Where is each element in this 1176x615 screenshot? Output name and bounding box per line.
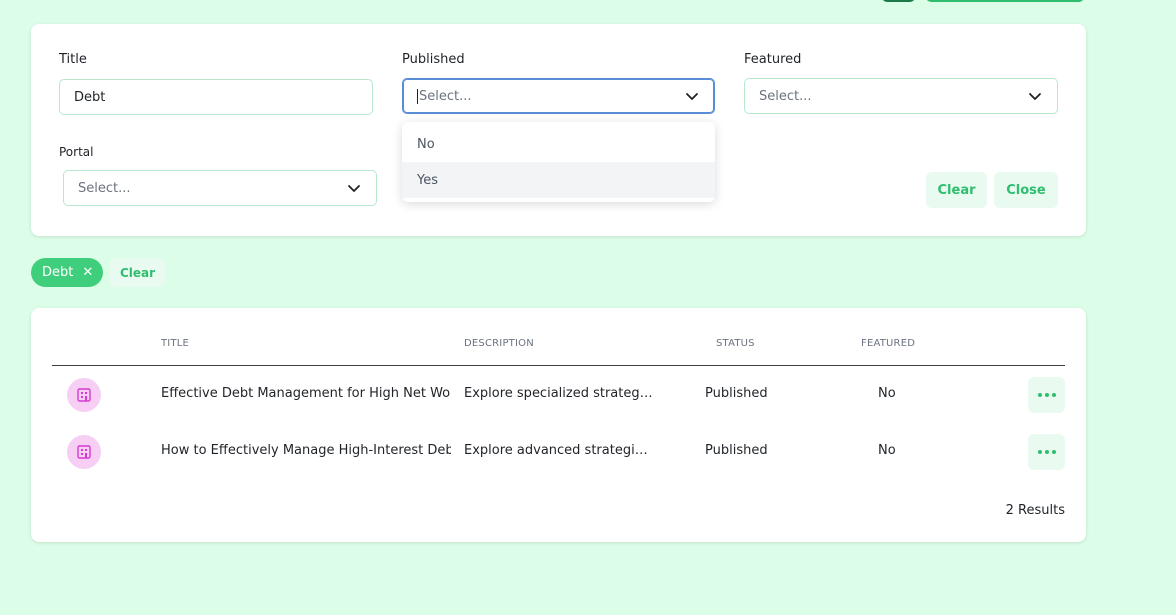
portal-select[interactable]: Select...: [63, 170, 377, 206]
title-label: Title: [59, 52, 87, 67]
results-table-card: TITLE DESCRIPTION STATUS FEATURED Effect…: [31, 308, 1086, 542]
row-actions-button[interactable]: [1028, 434, 1065, 470]
title-input[interactable]: Debt: [59, 79, 373, 115]
filter-panel: Title Debt Published Select... Featured …: [31, 24, 1086, 236]
more-horizontal-icon: [1037, 450, 1056, 454]
chevron-down-icon[interactable]: [346, 180, 362, 196]
table-row[interactable]: How to Effectively Manage High-Interest …: [31, 425, 1086, 482]
portal-placeholder: Select...: [78, 180, 131, 196]
close-filters-button[interactable]: Close: [994, 172, 1058, 208]
featured-select[interactable]: Select...: [744, 78, 1058, 114]
table-row[interactable]: Effective Debt Management for High Net W…: [31, 368, 1086, 425]
clear-filters-button[interactable]: Clear: [926, 172, 987, 208]
results-count: 2 Results: [1005, 503, 1065, 518]
active-filter-chip-label: Debt: [42, 265, 74, 280]
close-icon[interactable]: ✕: [82, 265, 93, 280]
portal-label: Portal: [59, 145, 94, 159]
column-header-featured: FEATURED: [861, 338, 916, 349]
building-icon: [67, 378, 101, 412]
header-divider: [52, 365, 1065, 366]
row-status: Published: [705, 386, 768, 401]
row-status: Published: [705, 443, 768, 458]
chevron-down-icon[interactable]: [684, 88, 700, 104]
chevron-down-icon[interactable]: [1027, 88, 1043, 104]
row-title: Effective Debt Management for High Net W…: [161, 386, 451, 401]
published-label: Published: [402, 52, 465, 67]
clear-active-filters-button[interactable]: Clear: [110, 258, 165, 287]
featured-label: Featured: [744, 52, 802, 67]
top-action-button-1[interactable]: [882, 0, 915, 2]
text-cursor: [417, 88, 418, 104]
featured-placeholder: Select...: [759, 88, 812, 104]
building-icon: [67, 435, 101, 469]
column-header-status: STATUS: [716, 338, 755, 349]
published-select[interactable]: Select...: [402, 78, 715, 114]
row-title: How to Effectively Manage High-Interest …: [161, 443, 451, 458]
row-featured: No: [878, 443, 896, 458]
column-header-title: TITLE: [161, 338, 190, 349]
active-filter-chip[interactable]: Debt ✕: [31, 258, 103, 287]
published-option-no[interactable]: No: [402, 126, 715, 162]
row-featured: No: [878, 386, 896, 401]
published-option-yes[interactable]: Yes: [402, 162, 715, 198]
column-header-description: DESCRIPTION: [464, 338, 534, 349]
published-dropdown-menu: No Yes: [402, 122, 715, 202]
top-action-button-2[interactable]: [926, 0, 1084, 2]
published-placeholder: Select...: [419, 88, 472, 104]
row-description: Explore advanced strategies for reducing…: [464, 443, 652, 458]
more-horizontal-icon: [1037, 393, 1056, 397]
title-input-value: Debt: [74, 89, 106, 105]
row-actions-button[interactable]: [1028, 377, 1065, 413]
row-description: Explore specialized strategies for manag…: [464, 386, 654, 401]
